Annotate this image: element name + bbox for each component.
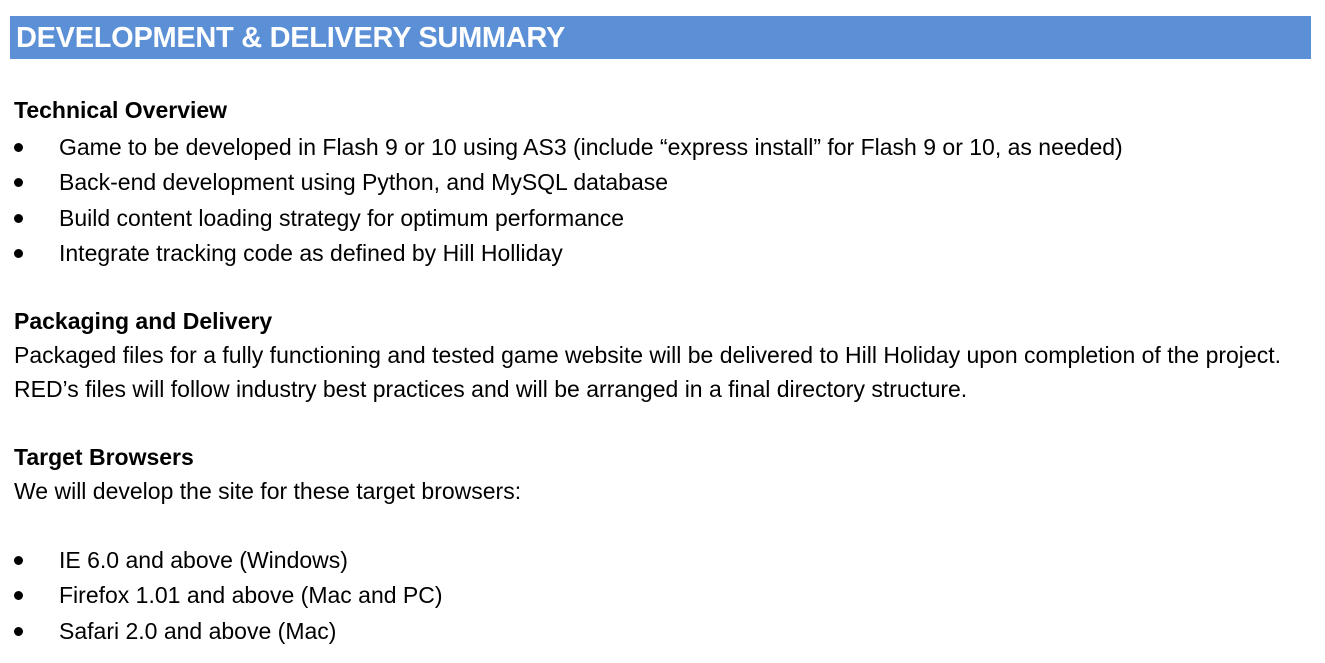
bullet-icon (14, 556, 23, 565)
bullet-icon (14, 143, 23, 152)
section-header-bar: DEVELOPMENT & DELIVERY SUMMARY (10, 16, 1311, 59)
list-item-text: Back-end development using Python, and M… (59, 169, 669, 196)
bullet-icon (14, 213, 23, 223)
section-header-title: DEVELOPMENT & DELIVERY SUMMARY (16, 22, 566, 54)
list-item-text: IE 6.0 and above (Windows) (59, 547, 348, 573)
list-item-text: Firefox 1.01 and above (Mac and PC) (59, 582, 443, 609)
bullet-icon (14, 178, 23, 188)
bullet-icon (14, 248, 23, 258)
technical-overview-heading: Technical Overview (14, 97, 228, 123)
list-item-text: Integrate tracking code as defined by Hi… (59, 239, 563, 266)
list-item-text: Safari 2.0 and above (Mac) (59, 617, 337, 644)
list-item-text: Build content loading strategy for optim… (59, 204, 625, 231)
bullet-icon (14, 591, 23, 601)
bullet-icon (14, 626, 23, 636)
target-browsers-intro: We will develop the site for these targe… (14, 478, 522, 504)
packaging-delivery-paragraph: Packaged files for a fully functioning a… (14, 342, 1281, 402)
target-browsers-heading: Target Browsers (14, 444, 194, 470)
list-item-text: Game to be developed in Flash 9 or 10 us… (59, 134, 1123, 160)
packaging-delivery-heading: Packaging and Delivery (14, 308, 273, 334)
